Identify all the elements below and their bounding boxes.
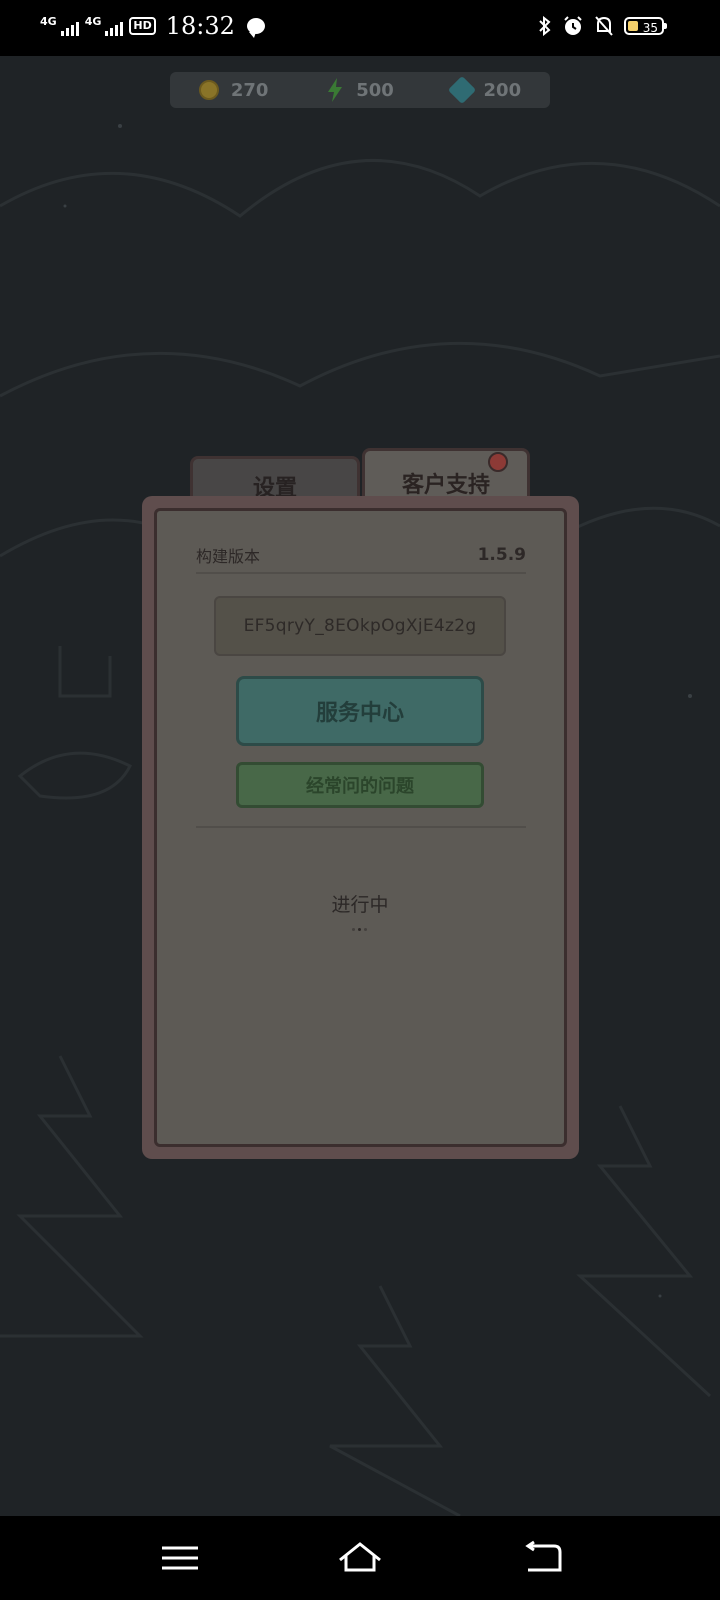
divider: [196, 826, 526, 828]
hd-voice-icon: HD: [129, 17, 156, 35]
bluetooth-icon: [539, 16, 551, 36]
coins-counter: 270: [198, 79, 269, 101]
build-version-row: 构建版本 1.5.9: [196, 538, 526, 574]
resource-bar: 270 500 200: [170, 72, 550, 108]
navigation-bar: [0, 1516, 720, 1600]
signal-icon: 4G: [40, 16, 79, 36]
faq-button[interactable]: 经常问的问题: [236, 762, 484, 808]
gem-icon: [447, 75, 476, 105]
battery-level: 35: [642, 21, 658, 35]
coins-value: 270: [230, 79, 269, 101]
status-bar: 4G 4G HD 18:32 35: [0, 0, 720, 56]
loading-indicator: [350, 928, 370, 934]
service-center-button[interactable]: 服务中心: [236, 676, 484, 746]
alarm-icon: [564, 16, 582, 35]
build-version-value: 1.5.9: [477, 545, 526, 565]
coin-icon: [198, 80, 219, 100]
mute-icon: [595, 16, 613, 36]
energy-value: 500: [356, 79, 394, 101]
back-icon[interactable]: [524, 1538, 568, 1578]
message-bubble-icon: [246, 18, 265, 38]
menu-icon[interactable]: [158, 1538, 202, 1578]
notification-dot: [488, 452, 508, 472]
lightning-icon: [328, 78, 343, 102]
energy-counter: 500: [326, 78, 394, 102]
progress-text: 进行中: [331, 894, 389, 916]
home-icon[interactable]: [338, 1538, 382, 1578]
user-id-field[interactable]: EF5qryY_8EOkpOgXjE4z2g: [214, 596, 506, 656]
signal-icon: 4G: [85, 16, 124, 36]
gems-value: 200: [483, 79, 522, 101]
build-version-label: 构建版本: [196, 547, 261, 566]
gems-counter: 200: [447, 75, 522, 105]
battery-icon: 35: [624, 17, 667, 35]
clock: 18:32: [165, 12, 235, 40]
